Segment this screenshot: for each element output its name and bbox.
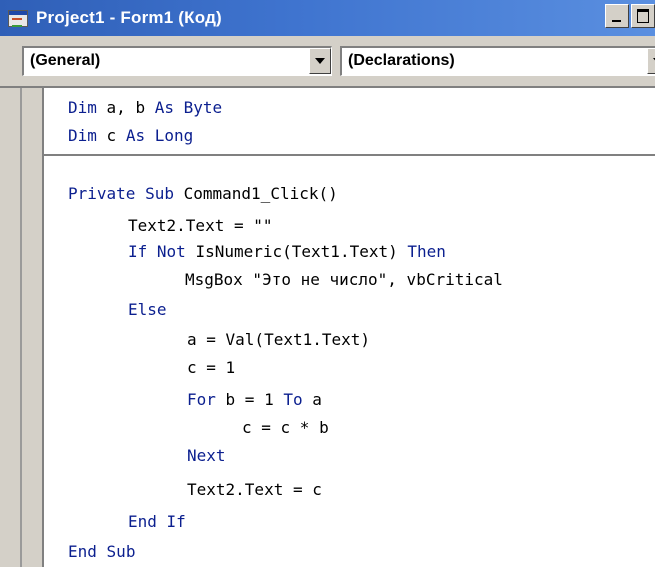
code-text: a = Val(Text1.Text) xyxy=(187,330,371,349)
margin-indicator-bar[interactable] xyxy=(0,88,44,567)
code-keyword: Not xyxy=(156,242,186,261)
code-line[interactable]: Else xyxy=(128,300,167,320)
code-keyword: To xyxy=(283,390,303,409)
minimize-button[interactable] xyxy=(605,4,629,28)
code-line[interactable]: MsgBox "Это не число", vbCritical xyxy=(185,270,503,290)
code-line[interactable]: For b = 1 To a xyxy=(187,390,322,410)
code-keyword: Sub xyxy=(145,184,174,203)
code-line[interactable]: Next xyxy=(187,446,226,466)
code-line[interactable]: Dim c As Long xyxy=(68,126,193,146)
chevron-down-icon[interactable] xyxy=(309,48,331,74)
maximize-button[interactable] xyxy=(631,4,655,28)
object-combo[interactable]: (General) xyxy=(22,46,332,76)
code-window: Project1 - Form1 (Код) (General) (Declar… xyxy=(0,0,655,567)
window-title: Project1 - Form1 (Код) xyxy=(36,8,222,27)
code-editor[interactable]: Dim a, b As Byte Dim c As Long Private S… xyxy=(0,88,655,567)
code-line[interactable]: a = Val(Text1.Text) xyxy=(187,330,370,350)
code-line[interactable]: Dim a, b As Byte xyxy=(68,98,222,118)
code-text: Command1_Click() xyxy=(173,184,338,203)
code-keyword: Else xyxy=(128,300,167,319)
code-line[interactable]: Text2.Text = c xyxy=(187,480,322,500)
code-text: c = 1 xyxy=(187,358,236,377)
code-keyword: End xyxy=(68,542,97,561)
code-keyword: Then xyxy=(407,242,446,261)
code-keyword: Private xyxy=(68,184,136,203)
code-keyword: As xyxy=(125,126,146,145)
procedure-combo-value: (Declarations) xyxy=(348,52,455,69)
code-keyword: Byte xyxy=(183,98,223,117)
code-keyword: Dim xyxy=(68,98,97,117)
code-line[interactable]: End If xyxy=(128,512,186,532)
code-text: MsgBox "Это не число", vbCritical xyxy=(185,270,503,289)
window-controls xyxy=(605,4,655,28)
code-line[interactable]: Text2.Text = "" xyxy=(128,216,273,236)
code-keyword: End xyxy=(128,512,157,531)
code-keyword: Dim xyxy=(68,126,97,145)
code-text: IsNumeric(Text1.Text) xyxy=(185,242,408,261)
code-keyword: As xyxy=(154,98,174,117)
code-keyword: Sub xyxy=(106,542,136,561)
code-text: c xyxy=(96,126,126,145)
code-keyword: Long xyxy=(154,126,194,145)
code-text: c = c * b xyxy=(242,418,329,437)
form-window-icon xyxy=(8,9,28,27)
combo-toolbar: (General) (Declarations) xyxy=(0,36,655,88)
code-text: a, b xyxy=(96,98,155,117)
code-line[interactable]: End Sub xyxy=(68,542,135,562)
code-keyword: Next xyxy=(187,446,226,465)
code-text: Text2.Text = "" xyxy=(128,216,273,235)
code-text: b = 1 xyxy=(215,390,284,409)
code-line[interactable]: Private Sub Command1_Click() xyxy=(68,184,338,204)
code-line[interactable]: c = c * b xyxy=(242,418,329,438)
code-line[interactable]: If Not IsNumeric(Text1.Text) Then xyxy=(128,242,446,262)
code-text: Text2.Text = c xyxy=(187,480,322,499)
code-line[interactable]: c = 1 xyxy=(187,358,235,378)
code-keyword: If xyxy=(166,512,186,531)
procedure-separator xyxy=(44,154,655,156)
code-keyword: For xyxy=(187,390,216,409)
object-combo-value: (General) xyxy=(30,52,101,69)
code-keyword: If xyxy=(128,242,148,261)
code-text: a xyxy=(302,390,322,409)
procedure-combo[interactable]: (Declarations) xyxy=(340,46,655,76)
title-bar[interactable]: Project1 - Form1 (Код) xyxy=(0,0,655,36)
chevron-down-icon[interactable] xyxy=(647,48,655,74)
